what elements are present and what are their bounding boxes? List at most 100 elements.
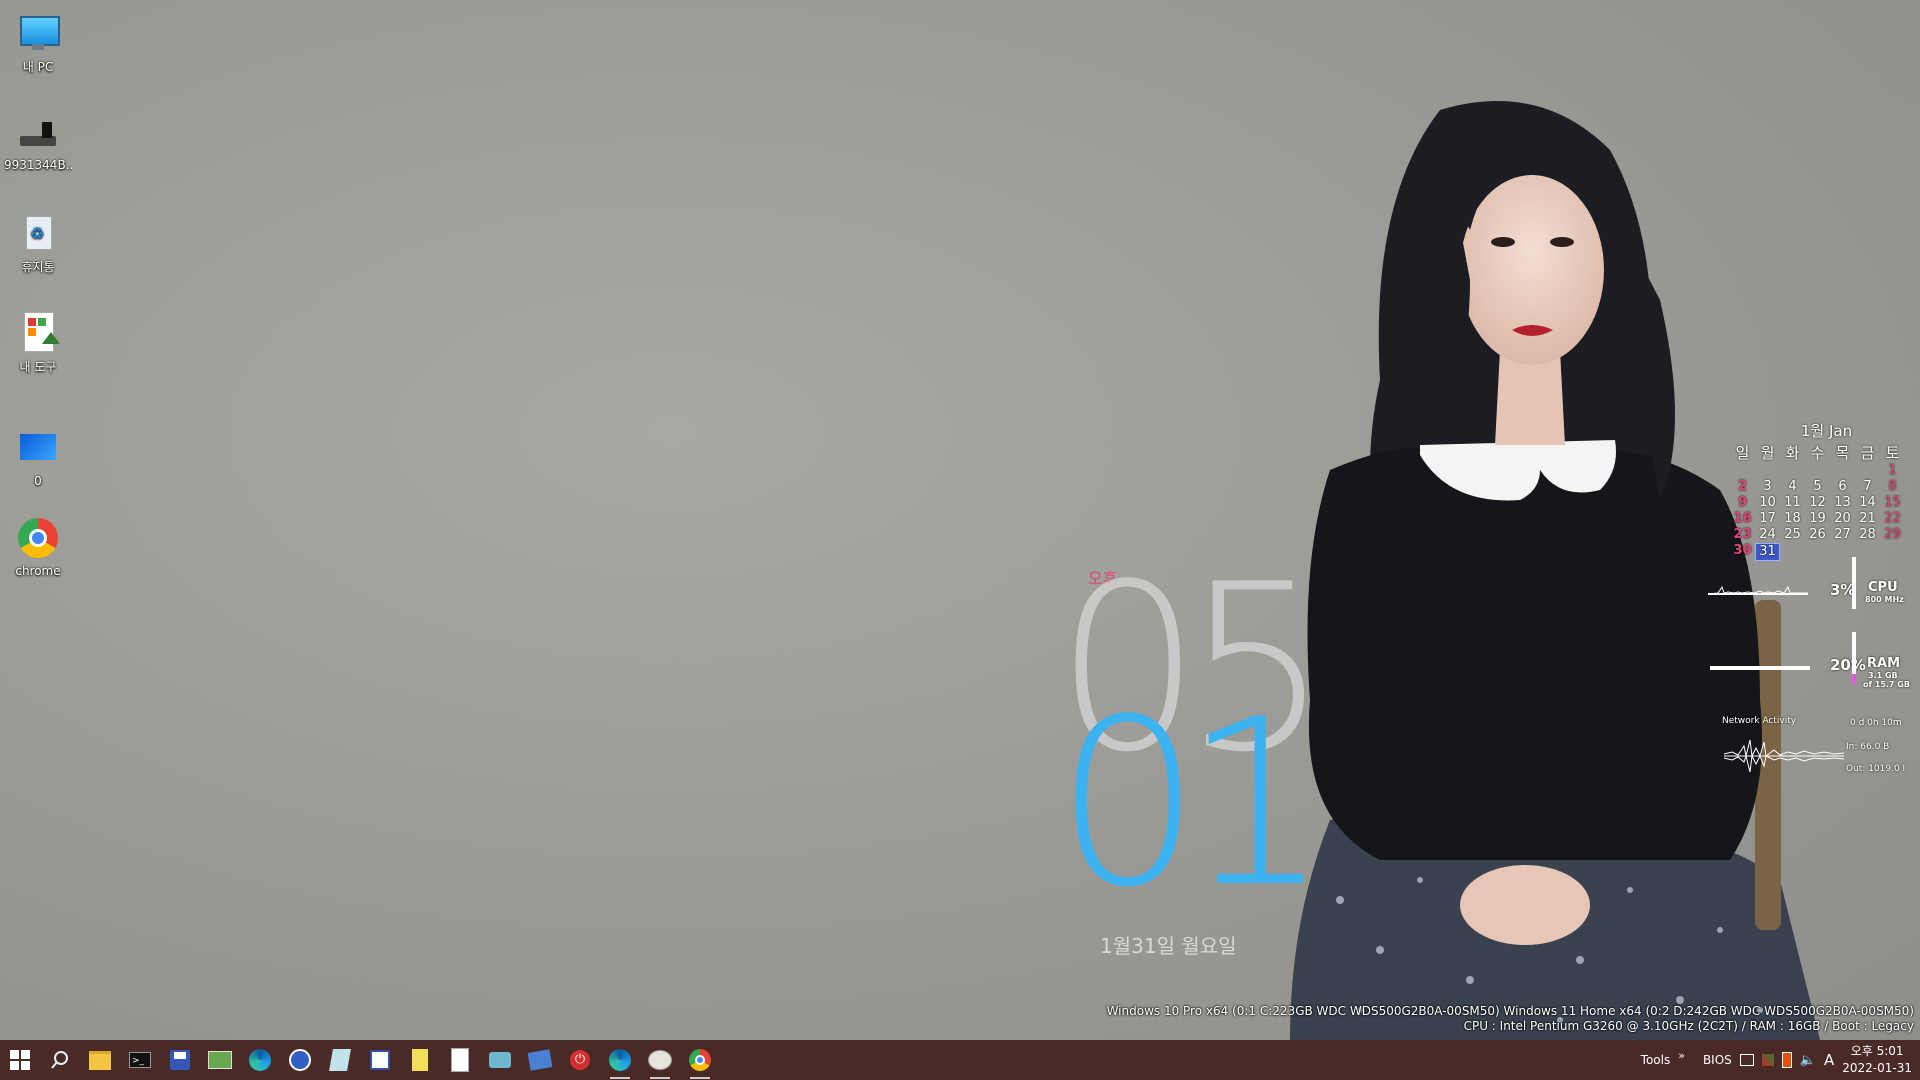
calendar-day: 24	[1759, 527, 1776, 542]
tray-bios-label[interactable]: BIOS	[1703, 1053, 1732, 1067]
calendar-widget: 1월 Jan 일 월 화 수 목 금 토 1 2 3 4 5 6 7 8 9 10 11 12 13 14 15 16 17 1…	[1730, 420, 1905, 561]
calendar-day: 25	[1784, 527, 1801, 542]
taskbar-chrome[interactable]	[680, 1040, 720, 1080]
calendar-weekday: 화	[1785, 444, 1800, 462]
search-button[interactable]	[40, 1040, 80, 1080]
tray-date: 2022-01-31	[1842, 1061, 1912, 1075]
cpu-graph	[1708, 585, 1808, 595]
tray-clock[interactable]: 오후 5:01 2022-01-31	[1842, 1043, 1912, 1077]
ram-level-bar	[1852, 632, 1856, 684]
clock-minute: 01	[1055, 671, 1330, 938]
ram-used: 3.1 GB	[1868, 671, 1898, 680]
network-tray-icon[interactable]	[1739, 1054, 1754, 1066]
desktop-icon-my-tools[interactable]: 내 도구	[4, 304, 72, 375]
calendar-day: 11	[1784, 495, 1801, 510]
calendar-day: 2	[1737, 479, 1748, 494]
calendar-day: 26	[1809, 527, 1826, 542]
desktop-icon-label: 내 PC	[22, 60, 54, 74]
taskbar-system-monitor[interactable]	[200, 1040, 240, 1080]
chrome-icon	[689, 1049, 711, 1071]
ime-indicator[interactable]: A	[1824, 1051, 1834, 1069]
cpu-level-bar	[1852, 557, 1856, 609]
taskbar-edge[interactable]	[240, 1040, 280, 1080]
taskbar-power[interactable]: ⏻	[560, 1040, 600, 1080]
grid-app-icon	[370, 1050, 390, 1070]
tray-overflow-chevron-icon[interactable]: »	[1678, 1049, 1685, 1062]
power-icon: ⏻	[570, 1050, 590, 1070]
taskbar-network-app[interactable]	[480, 1040, 520, 1080]
tray-app-icon[interactable]	[1761, 1054, 1774, 1066]
desktop-icon-label: 0	[34, 474, 42, 488]
ram-percent: 20%	[1830, 656, 1866, 674]
taskbar-terminal[interactable]: >_	[120, 1040, 160, 1080]
taskbar-paint[interactable]	[640, 1040, 680, 1080]
desktop-icon-label: 9931344B...	[4, 158, 72, 172]
tray-tools-toolbar[interactable]: Tools	[1641, 1053, 1671, 1067]
calendar-day: 21	[1859, 511, 1876, 526]
palette-icon	[648, 1050, 672, 1070]
taskbar-edge-running[interactable]	[600, 1040, 640, 1080]
taskbar-grid-app[interactable]	[360, 1040, 400, 1080]
taskbar-package-app[interactable]	[520, 1040, 560, 1080]
taskbar-save-app[interactable]	[160, 1040, 200, 1080]
ram-label: RAM	[1867, 656, 1901, 671]
calendar-day: 8	[1888, 479, 1897, 494]
clock-date: 1월31일 월요일	[1100, 934, 1237, 958]
calendar-empty-cell	[1730, 463, 1755, 479]
window-icon	[16, 426, 60, 470]
taskbar-notes[interactable]	[320, 1040, 360, 1080]
taskbar-tools[interactable]	[440, 1040, 480, 1080]
taskbar: >_ ⏻ Tools » BIOS 🔈 A 오후 5:01 2022-01-31	[0, 1040, 1920, 1080]
system-info: Windows 10 Pro x64 (0:1 C:223GB WDC WDS5…	[1107, 1004, 1914, 1034]
floppy-disk-icon	[170, 1050, 190, 1070]
desktop-icon-chrome[interactable]: chrome	[4, 510, 72, 578]
calendar-day: 1	[1888, 463, 1897, 478]
tray-time: 오후 5:01	[1850, 1044, 1904, 1058]
calendar-day: 19	[1809, 511, 1826, 526]
cpu-monitor: 3% CPU 800 MHz	[1708, 555, 1920, 610]
desktop-icon-this-pc[interactable]: 내 PC	[4, 4, 72, 75]
calendar-empty-cell	[1830, 463, 1855, 479]
calendar-day: 29	[1884, 527, 1901, 542]
edge-icon	[609, 1049, 631, 1071]
search-icon	[51, 1051, 68, 1069]
calendar-day: 9	[1737, 495, 1748, 510]
sticky-note-icon	[412, 1049, 428, 1071]
calendar-empty-cell	[1855, 463, 1880, 479]
taskbar-app-blue[interactable]	[280, 1040, 320, 1080]
taskbar-sticky-notes[interactable]	[400, 1040, 440, 1080]
volume-icon[interactable]: 🔈	[1800, 1053, 1816, 1068]
calendar-day: 14	[1859, 495, 1876, 510]
calendar-day: 6	[1838, 479, 1847, 494]
folder-icon	[89, 1050, 111, 1070]
desktop-icon-window[interactable]: 0	[4, 420, 72, 488]
desktop-icon-recycle-bin[interactable]: ♻ 휴지통	[4, 204, 72, 275]
calendar-empty-cell	[1755, 463, 1780, 479]
battery-icon[interactable]	[1781, 1052, 1792, 1068]
calendar-day: 10	[1759, 495, 1776, 510]
calendar-day: 15	[1884, 495, 1901, 510]
calendar-weekday: 토	[1885, 444, 1900, 462]
calendar-weekday: 일	[1735, 444, 1750, 462]
chrome-icon	[16, 516, 60, 560]
calendar-weekday: 월	[1760, 444, 1775, 462]
network-graph	[1724, 739, 1844, 773]
calendar-day: 27	[1834, 527, 1851, 542]
network-title: Network Activity	[1722, 716, 1797, 726]
start-button[interactable]	[0, 1040, 40, 1080]
network-app-icon	[489, 1052, 511, 1068]
terminal-icon: >_	[129, 1052, 151, 1068]
network-uptime: 0 d 0h 10m	[1850, 718, 1902, 728]
package-icon	[527, 1049, 553, 1071]
desktop-icon-usb[interactable]: 9931344B...	[4, 104, 72, 172]
usb-drive-icon	[16, 110, 60, 154]
taskbar-file-explorer[interactable]	[80, 1040, 120, 1080]
calendar-weekday: 금	[1860, 444, 1875, 462]
network-monitor: Network Activity 0 d 0h 10m In: 66.0 B O…	[1720, 712, 1920, 782]
app-icon	[289, 1049, 311, 1071]
calendar-title: 1월 Jan	[1800, 422, 1853, 440]
calendar-day: 16	[1733, 511, 1752, 526]
calendar-grid: 일 월 화 수 목 금 토 1 2 3 4 5 6 7 8 9 10 11 12 13 14 15 16 17 18 19 20 21…	[1730, 443, 1905, 561]
ram-graph	[1710, 666, 1810, 670]
recycle-bin-icon: ♻	[16, 210, 60, 254]
